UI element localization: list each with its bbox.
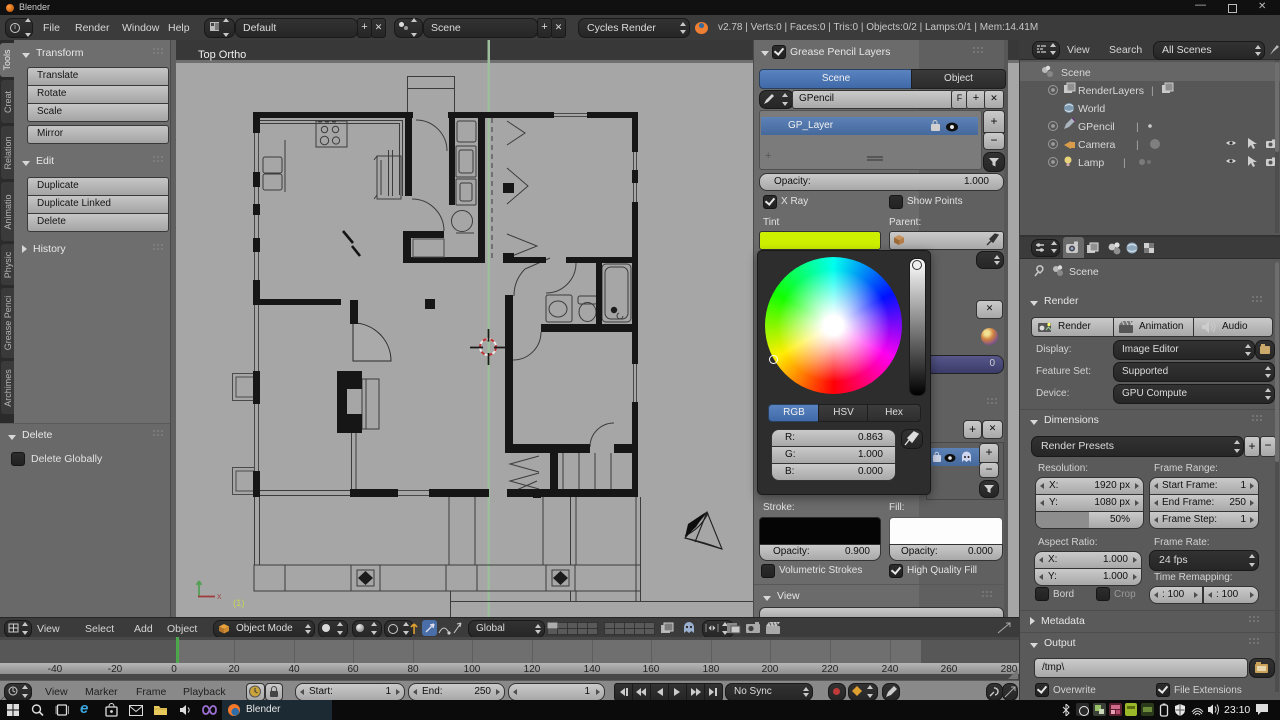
svg-text:GPencil: GPencil <box>1078 121 1115 133</box>
svg-text:60: 60 <box>347 664 359 675</box>
svg-text:240: 240 <box>882 664 899 675</box>
svg-text:World: World <box>1078 103 1105 115</box>
svg-text:-20: -20 <box>108 664 123 675</box>
svg-text:80: 80 <box>407 664 419 675</box>
svg-text:-40: -40 <box>48 664 63 675</box>
svg-text:0: 0 <box>171 664 177 675</box>
svg-text:260: 260 <box>941 664 958 675</box>
svg-text:20: 20 <box>228 664 240 675</box>
svg-text:220: 220 <box>822 664 839 675</box>
svg-text:RenderLayers: RenderLayers <box>1078 85 1144 97</box>
svg-text:Lamp: Lamp <box>1078 157 1104 169</box>
svg-text:40: 40 <box>288 664 300 675</box>
svg-text:100: 100 <box>464 664 481 675</box>
svg-text:200: 200 <box>762 664 779 675</box>
svg-text:180: 180 <box>703 664 720 675</box>
svg-text:|: | <box>1136 139 1139 151</box>
svg-text:|: | <box>1151 85 1154 97</box>
svg-text:x: x <box>217 591 222 601</box>
svg-text:120: 120 <box>524 664 541 675</box>
svg-text:140: 140 <box>584 664 601 675</box>
svg-text:Top Ortho: Top Ortho <box>198 49 246 61</box>
svg-text:|: | <box>1136 121 1139 133</box>
svg-text:(1): (1) <box>233 598 245 609</box>
svg-text:|: | <box>1123 157 1126 169</box>
svg-text:Camera: Camera <box>1078 139 1116 151</box>
svg-text:Scene: Scene <box>1061 67 1091 79</box>
svg-text:160: 160 <box>643 664 660 675</box>
